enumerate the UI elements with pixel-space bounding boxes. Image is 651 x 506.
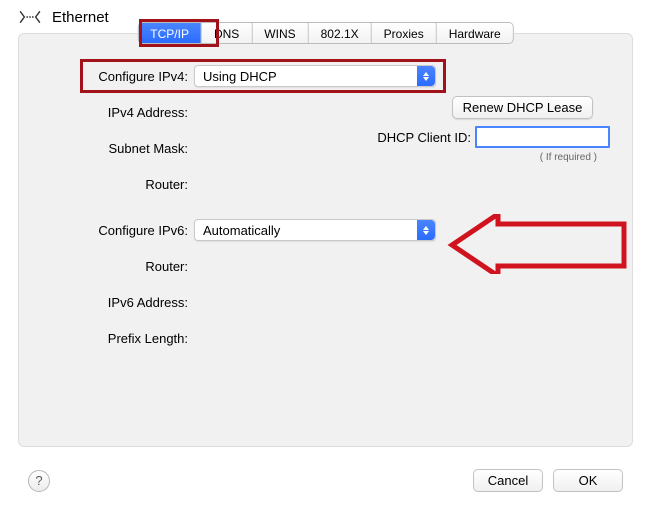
ethernet-icon [18, 7, 42, 27]
help-button[interactable]: ? [28, 470, 50, 492]
cancel-button[interactable]: Cancel [473, 469, 543, 492]
dhcp-renew-area: Renew DHCP Lease [435, 96, 610, 119]
input-dhcp-client-id[interactable] [475, 126, 610, 148]
chevron-updown-icon [422, 72, 430, 81]
renew-dhcp-button[interactable]: Renew DHCP Lease [452, 96, 594, 119]
select-configure-ipv4[interactable]: Using DHCP [194, 65, 436, 87]
row-prefix-length: Prefix Length: [19, 326, 632, 350]
select-configure-ipv6[interactable]: Automatically [194, 219, 436, 241]
select-value: Using DHCP [203, 69, 277, 84]
row-configure-ipv4: Configure IPv4: Using DHCP [19, 64, 632, 88]
hint-if-required: ( If required ) [540, 152, 597, 163]
ok-button[interactable]: OK [553, 469, 623, 492]
row-dhcp-client-id: DHCP Client ID: [377, 126, 610, 148]
label-ipv4-address: IPv4 Address: [19, 105, 194, 120]
label-subnet-mask: Subnet Mask: [19, 141, 194, 156]
form-area: Configure IPv4: Using DHCP IPv4 Address:… [19, 34, 632, 446]
label-ipv6-address: IPv6 Address: [19, 295, 194, 310]
label-ipv6-router: Router: [19, 259, 194, 274]
footer: ? Cancel OK [0, 469, 651, 492]
label-dhcp-client-id: DHCP Client ID: [377, 130, 471, 145]
label-ipv4-router: Router: [19, 177, 194, 192]
row-ipv6-router: Router: [19, 254, 632, 278]
settings-panel: TCP/IP DNS WINS 802.1X Proxies Hardware … [18, 33, 633, 447]
label-configure-ipv6: Configure IPv6: [19, 223, 194, 238]
row-ipv4-router: Router: [19, 172, 632, 196]
row-ipv6-address: IPv6 Address: [19, 290, 632, 314]
label-configure-ipv4: Configure IPv4: [19, 69, 194, 84]
window-title: Ethernet [52, 9, 109, 26]
chevron-updown-icon [422, 226, 430, 235]
row-configure-ipv6: Configure IPv6: Automatically [19, 218, 632, 242]
select-value: Automatically [203, 223, 280, 238]
label-prefix-length: Prefix Length: [19, 331, 194, 346]
